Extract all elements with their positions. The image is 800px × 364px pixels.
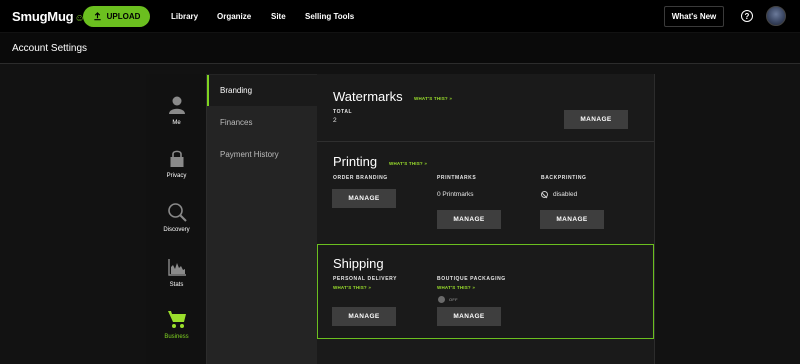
- watermarks-manage-button[interactable]: MANAGE: [564, 110, 628, 129]
- upload-icon: [93, 12, 101, 21]
- boutique-packaging-toggle[interactable]: OFF: [438, 296, 458, 303]
- whats-new-button[interactable]: What's New: [664, 6, 724, 27]
- order-branding-manage-button[interactable]: MANAGE: [332, 189, 396, 208]
- backprinting-label: BACKPRINTING: [541, 175, 587, 181]
- icon-nav-stats[interactable]: Stats: [146, 257, 207, 288]
- icon-nav-discovery[interactable]: Discovery: [146, 202, 207, 233]
- printmarks-value: 0 Printmarks: [437, 191, 474, 198]
- shopping-cart-icon: [167, 311, 186, 328]
- printmarks-label: PRINTMARKS: [437, 175, 477, 181]
- icon-nav-me[interactable]: Me: [146, 95, 207, 126]
- toggle-knob: [438, 296, 445, 303]
- printmarks-manage-button[interactable]: MANAGE: [437, 210, 501, 229]
- magnifier-icon: [167, 203, 187, 222]
- sub-nav-finances[interactable]: Finances: [207, 107, 317, 138]
- boutique-packaging-manage-button[interactable]: MANAGE: [437, 307, 501, 326]
- avatar[interactable]: [766, 6, 786, 26]
- upload-button[interactable]: UPLOAD: [83, 6, 150, 27]
- personal-delivery-manage-button[interactable]: MANAGE: [332, 307, 396, 326]
- backprinting-value: disabled: [553, 191, 578, 198]
- settings-icon-nav: Me Privacy Discovery Stats Business: [146, 74, 207, 364]
- smugmug-logo[interactable]: SmugMug☺: [12, 9, 85, 24]
- page-title: Account Settings: [12, 43, 88, 54]
- personal-delivery-label: PERSONAL DELIVERY: [333, 276, 398, 282]
- sub-nav-branding[interactable]: Branding: [207, 75, 317, 106]
- watermarks-title: Watermarks: [333, 89, 403, 104]
- top-bar: SmugMug☺ UPLOAD Library Organize Site Se…: [0, 0, 800, 32]
- person-icon: [168, 96, 185, 114]
- lock-icon: [170, 150, 183, 167]
- printing-whats-this-link[interactable]: WHAT'S THIS? »: [389, 161, 427, 166]
- order-branding-label: ORDER BRANDING: [333, 175, 388, 181]
- backprinting-manage-button[interactable]: MANAGE: [540, 210, 604, 229]
- sub-nav-payment-history[interactable]: Payment History: [207, 139, 317, 170]
- stats-chart-icon: [167, 259, 186, 276]
- page-header: Account Settings: [0, 33, 800, 64]
- icon-nav-business[interactable]: Business: [146, 309, 207, 340]
- shipping-title: Shipping: [333, 256, 384, 271]
- boutique-packaging-whats-this-link[interactable]: WHAT'S THIS? »: [437, 285, 475, 290]
- personal-delivery-whats-this-link[interactable]: WHAT'S THIS? »: [333, 285, 371, 290]
- disabled-icon: [541, 191, 548, 198]
- watermarks-total-label: TOTAL: [333, 109, 353, 115]
- nav-site[interactable]: Site: [271, 12, 286, 21]
- nav-selling-tools[interactable]: Selling Tools: [305, 12, 354, 21]
- icon-nav-privacy[interactable]: Privacy: [146, 148, 207, 179]
- watermarks-whats-this-link[interactable]: WHAT'S THIS? »: [414, 96, 452, 101]
- nav-organize[interactable]: Organize: [217, 12, 251, 21]
- printing-title: Printing: [333, 154, 378, 169]
- section-divider: [317, 141, 654, 142]
- settings-sub-nav: Branding Finances Payment History: [207, 74, 317, 364]
- help-icon[interactable]: ?: [741, 10, 753, 22]
- nav-library[interactable]: Library: [171, 12, 198, 21]
- boutique-packaging-label: BOUTIQUE PACKAGING: [437, 276, 506, 282]
- watermarks-total-value: 2: [333, 117, 337, 124]
